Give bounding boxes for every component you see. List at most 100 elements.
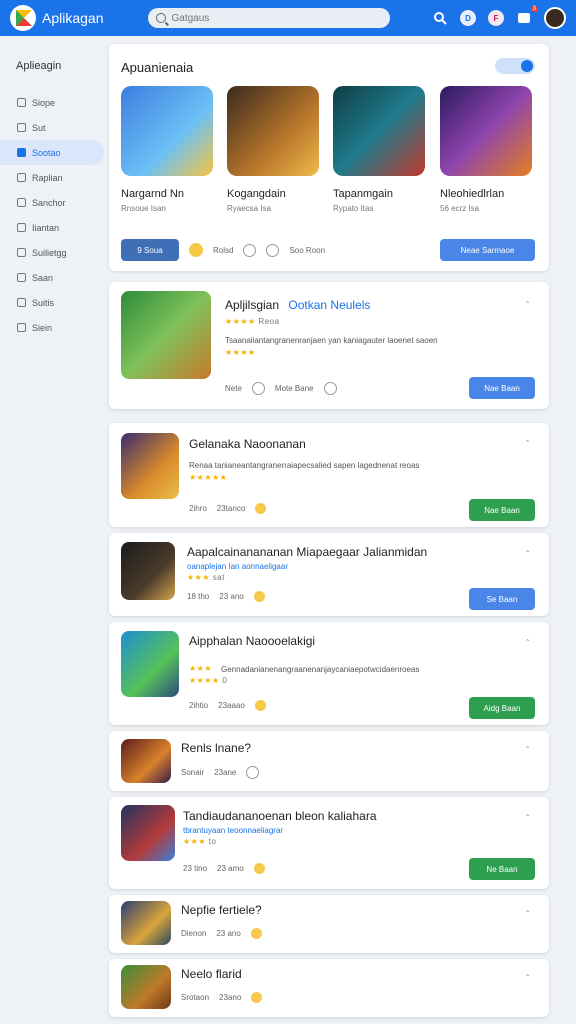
smiley-icon	[253, 591, 265, 602]
sidebar-item-7[interactable]: Saan	[0, 265, 104, 290]
meta-text: 23ane	[214, 768, 237, 777]
account-badge-icon[interactable]: D	[460, 10, 476, 26]
meta-text: 23 amo	[217, 864, 244, 873]
meta-text: 18 tho	[187, 592, 210, 601]
info-icon	[251, 382, 265, 395]
install-button[interactable]: Aidg Baan	[469, 697, 535, 719]
sidebar-item-3[interactable]: Raplian	[0, 165, 104, 190]
app-thumbnail	[121, 739, 171, 783]
featured-app[interactable]: Nargarnd Nn Rnsoue Isan	[121, 86, 215, 213]
app-description: tbrantuyaan teoonnaeliagrar	[183, 826, 284, 835]
install-button[interactable]: Nae Baan	[469, 499, 535, 521]
featured-app-name: Nargarnd Nn	[121, 188, 184, 200]
meta-text: 2ihro	[189, 504, 207, 513]
shield-icon	[17, 298, 26, 307]
search-bar[interactable]	[147, 8, 390, 28]
info-icon	[246, 766, 260, 779]
featured-toggle[interactable]	[495, 58, 535, 74]
chevron-icon[interactable]: ⌃	[524, 973, 531, 982]
install-button[interactable]: Ne Baan	[469, 858, 535, 880]
featured-app[interactable]: Kogangdain Ryaecsa Isa	[227, 86, 321, 213]
featured-app-sub: Rypato Itas	[333, 204, 374, 213]
search-input[interactable]	[171, 12, 372, 24]
chevron-icon[interactable]: ⌃	[524, 813, 531, 822]
featured-app-name: Kogangdain	[227, 188, 286, 200]
app-card[interactable]: Neelo flarid Srotaon 23ano ⌃	[109, 959, 549, 1017]
app-meta: 18 tho 23 ano	[187, 591, 265, 602]
install-button[interactable]: Nae Baan	[469, 377, 535, 399]
chevron-icon[interactable]: ⌃	[524, 549, 531, 558]
app-thumbnail	[121, 901, 171, 945]
app-card[interactable]: Apljilsgian Ootkan Neulels ★★★★ Reoa Tsa…	[109, 282, 549, 409]
app-publisher-link[interactable]: Ootkan Neulels	[288, 298, 370, 312]
meta-text: 23aaao	[218, 701, 245, 710]
app-card[interactable]: Nepfie fertiele? Dienon 23 ano ⌃	[109, 895, 549, 953]
app-card[interactable]: Tandiaudananoenan bleon kaliahara tbrant…	[109, 797, 549, 889]
chevron-icon[interactable]: ⌃	[524, 300, 531, 309]
search-icon[interactable]	[432, 10, 448, 26]
sidebar-item-6[interactable]: Suilietgg	[0, 240, 104, 265]
help-icon	[266, 243, 280, 257]
smiley-icon	[254, 700, 266, 711]
sidebar-item-label: Siope	[32, 97, 56, 108]
app-thumbnail	[121, 291, 211, 379]
sidebar-item-2[interactable]: Sootao	[0, 140, 104, 165]
top-app-bar: Aplikagan D F 3	[0, 0, 576, 36]
app-thumbnail	[121, 86, 213, 176]
featured-heading: Apuanienaia	[121, 60, 194, 75]
sidebar-item-0[interactable]: Siope	[0, 90, 104, 115]
meta-text: Srotaon	[181, 993, 210, 1002]
grid-icon	[17, 148, 26, 157]
app-meta: 2ihro 23tanco	[189, 503, 267, 514]
sidebar-item-label: Sanchor	[32, 197, 66, 208]
chevron-icon[interactable]: ⌃	[524, 638, 531, 647]
sidebar-item-label: Sut	[32, 122, 46, 133]
sidebar-item-9[interactable]: Siein	[0, 315, 104, 340]
app-thumbnail	[121, 433, 179, 499]
sidebar-item-label: Suilietgg	[32, 247, 67, 258]
rating-stars: ★★★★ 0	[189, 676, 227, 685]
featured-app[interactable]: Nleohiedlrlan 56 ecrz Isa	[440, 86, 534, 213]
app-card[interactable]: Renls lnane? Sonair 23ane ⌃	[109, 731, 549, 791]
featured-app-sub: 56 ecrz Isa	[440, 204, 480, 213]
app-thumbnail	[121, 542, 175, 600]
smiley-icon	[250, 928, 262, 939]
help-icon	[323, 382, 337, 395]
app-thumbnail	[440, 86, 532, 176]
meta-text: 23tanco	[216, 504, 246, 513]
sidebar-item-5[interactable]: Iiantan	[0, 215, 104, 240]
app-title: Aipphalan Naoooelakigi	[189, 634, 316, 648]
rating-stars: ★★★ to	[183, 837, 216, 846]
featured-app-name: Tapanmgain	[333, 188, 393, 200]
meta-text: Nete	[225, 384, 242, 393]
chevron-icon[interactable]: ⌃	[524, 745, 531, 754]
app-description: oanaplejan Ian aonnaeligaar	[187, 562, 288, 571]
app-card[interactable]: Gelanaka Naoonanan Renaa tanianeantangra…	[109, 423, 549, 527]
app-thumbnail	[121, 805, 175, 861]
user-avatar[interactable]	[544, 7, 566, 29]
stars-glyphs: ★★★	[183, 837, 207, 846]
install-button[interactable]: Se Baan	[469, 588, 535, 610]
chevron-icon[interactable]: ⌃	[524, 439, 531, 448]
meta-text: 23 ano	[219, 592, 244, 601]
app-title: Apljilsgian Ootkan Neulels	[225, 298, 370, 312]
sidebar-item-1[interactable]: Sut	[0, 115, 104, 140]
app-title: Aplikagan	[42, 10, 104, 26]
sidebar-item-4[interactable]: Sanchor	[0, 190, 104, 215]
filter-chip[interactable]: 9 Soua	[121, 239, 179, 261]
meta-text: 23 ano	[216, 929, 241, 938]
featured-app[interactable]: Tapanmgain Rypato Itas	[333, 86, 427, 213]
app-card[interactable]: Aipphalan Naoooelakigi ★★★ Gennadanianen…	[109, 622, 549, 725]
app-title: Renls lnane?	[181, 741, 252, 755]
app-thumbnail	[121, 631, 179, 697]
sidebar-item-label: Sootao	[32, 147, 61, 158]
featured-action-button[interactable]: Neae Sarmaoe	[440, 239, 535, 261]
sidebar-item-8[interactable]: Suitis	[0, 290, 104, 315]
chevron-icon[interactable]: ⌃	[524, 909, 531, 918]
profile-badge-icon[interactable]: F	[488, 10, 504, 26]
rating-stars: ★★★★	[225, 348, 256, 357]
notifications-icon[interactable]: 3	[516, 6, 538, 26]
rating-text: to	[208, 837, 217, 846]
app-logo-icon[interactable]	[10, 5, 36, 31]
app-card[interactable]: Aapalcainanananan Miapaegaar Jalianmidan…	[109, 533, 549, 616]
